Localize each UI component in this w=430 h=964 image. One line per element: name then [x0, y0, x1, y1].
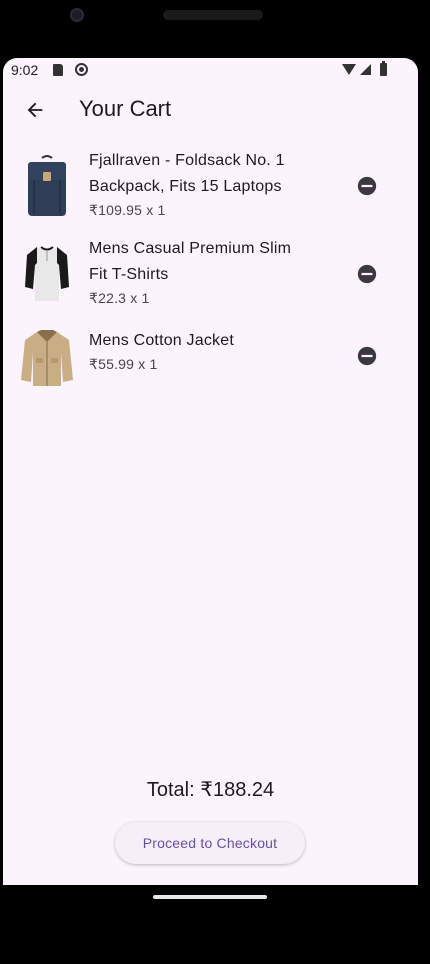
- device-frame: 9:02 Your Cart Fjallraven - Foldsack No.…: [0, 0, 430, 964]
- cart-total: Total: ₹188.24: [146, 779, 275, 801]
- remove-circle-icon: [357, 346, 377, 366]
- cart-item-details: Fjallraven - Foldsack No. 1 Backpack, Fi…: [89, 148, 329, 220]
- item-title-line2: Backpack, Fits 15 Laptops: [89, 178, 282, 195]
- item-price: ₹109.95 x 1: [89, 202, 166, 218]
- product-image-t-shirt: [19, 242, 75, 306]
- product-image-backpack: [19, 154, 75, 218]
- cart-item-details: Mens Casual Premium Slim Fit T-Shirts ₹2…: [89, 236, 329, 308]
- remove-item-button[interactable]: [347, 166, 387, 206]
- product-image-jacket: [17, 326, 77, 390]
- front-camera: [70, 8, 84, 22]
- remove-item-button[interactable]: [347, 336, 387, 376]
- item-title-line2: Fit T-Shirts: [89, 266, 169, 283]
- wifi-icon: [342, 64, 356, 75]
- status-bar: 9:02: [3, 58, 418, 82]
- sync-icon: [75, 63, 88, 76]
- item-title-line1: Mens Casual Premium Slim: [89, 240, 292, 257]
- page-title: Your Cart: [79, 96, 172, 121]
- signal-icon: [360, 64, 371, 75]
- item-title-line1: Fjallraven - Foldsack No. 1: [89, 152, 285, 169]
- remove-circle-icon: [357, 176, 377, 196]
- app-bar: Your Cart: [3, 82, 418, 138]
- earpiece-speaker: [163, 10, 263, 20]
- cart-item-details: Mens Cotton Jacket ₹55.99 x 1: [89, 328, 329, 374]
- gesture-nav-handle[interactable]: [153, 895, 267, 899]
- item-price: ₹55.99 x 1: [89, 356, 158, 372]
- status-time: 9:02: [11, 62, 39, 78]
- sd-card-icon: [53, 64, 63, 76]
- item-title-line1: Mens Cotton Jacket: [89, 332, 234, 349]
- battery-icon: [380, 61, 387, 76]
- checkout-button[interactable]: Proceed to Checkout: [115, 822, 305, 864]
- arrow-back-icon: [27, 102, 43, 118]
- back-button[interactable]: [15, 90, 55, 130]
- remove-circle-icon: [357, 264, 377, 284]
- remove-item-button[interactable]: [347, 254, 387, 294]
- item-price: ₹22.3 x 1: [89, 290, 150, 306]
- app-screen: 9:02 Your Cart Fjallraven - Foldsack No.…: [3, 58, 418, 885]
